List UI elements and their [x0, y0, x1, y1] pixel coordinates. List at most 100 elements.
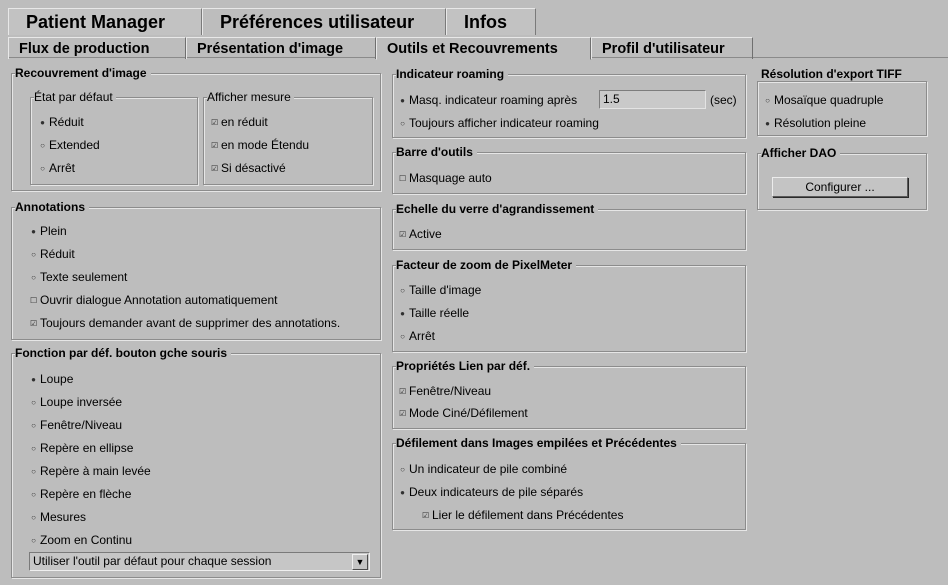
tiff-title: Résolution d'export TIFF [761, 67, 904, 81]
pixelmeter-title: Facteur de zoom de PixelMeter [396, 258, 577, 272]
check-annot-dialogue[interactable]: ☐ Ouvrir dialogue Annotation automatiquem… [30, 293, 278, 307]
check-label: Lier le défilement dans Précédentes [432, 508, 624, 522]
subtab-label: Présentation d'image [197, 41, 344, 57]
radio-zoom-continu[interactable]: ○ Zoom en Continu [30, 533, 132, 547]
radio-label: Fenêtre/Niveau [40, 418, 123, 432]
radio-label: Plein [40, 224, 67, 238]
tab-infos[interactable]: Infos [446, 8, 536, 35]
subtab-outils-recouvrements[interactable]: Outils et Recouvrements [376, 37, 591, 60]
check-label: Masquage auto [409, 171, 492, 185]
radio-label: Texte seulement [40, 270, 128, 284]
radio-roaming-always[interactable]: ○ Toujours afficher indicateur roaming [399, 116, 599, 130]
recouvrement-title: Recouvrement d'image [15, 66, 151, 80]
tab-label: Préférences utilisateur [220, 12, 415, 32]
radio-mosaique[interactable]: ○ Mosaïque quadruple [764, 93, 883, 107]
check-magnifier-active[interactable]: ☑ Active [399, 227, 442, 241]
radio-label: Arrêt [49, 161, 76, 175]
radio-mesures[interactable]: ○ Mesures [30, 510, 86, 524]
checkbox-icon: ☑ [399, 387, 407, 396]
radio-fenetre-niveau[interactable]: ○ Fenêtre/Niveau [30, 418, 122, 432]
radio-icon: ○ [400, 119, 405, 128]
radio-icon: ● [400, 96, 405, 105]
radio-repere-ellipse[interactable]: ○ Repère en ellipse [30, 441, 133, 455]
mouse-title: Fonction par déf. bouton gche souris [15, 346, 231, 360]
radio-icon: ○ [400, 332, 405, 341]
roaming-delay-input[interactable]: 1.5 [599, 90, 706, 109]
radio-loupe[interactable]: ● Loupe [30, 372, 73, 386]
tab-patient-manager[interactable]: Patient Manager [8, 8, 202, 35]
radio-pixelmeter-arret[interactable]: ○ Arrêt [399, 329, 435, 343]
configure-dao-button[interactable]: Configurer ... [772, 177, 908, 197]
radio-icon: ● [765, 119, 770, 128]
check-link-fenetre[interactable]: ☑ Fenêtre/Niveau [399, 384, 491, 398]
subtab-label: Profil d'utilisateur [602, 41, 725, 57]
radio-pile-separes[interactable]: ● Deux indicateurs de pile séparés [399, 485, 583, 499]
radio-icon: ○ [400, 465, 405, 474]
check-annot-supprimer[interactable]: ☑ Toujours demander avant de supprimer de… [30, 316, 340, 330]
radio-loupe-inversee[interactable]: ○ Loupe inversée [30, 395, 122, 409]
check-link-cine[interactable]: ☑ Mode Ciné/Défilement [399, 406, 528, 420]
radio-label: Extended [49, 138, 100, 152]
check-masquage-auto[interactable]: ☐ Masquage auto [399, 171, 492, 185]
radio-icon: ○ [31, 536, 36, 545]
radio-taille-reelle[interactable]: ● Taille réelle [399, 306, 469, 320]
radio-icon: ○ [31, 398, 36, 407]
radio-icon: ● [400, 309, 405, 318]
radio-annot-reduit[interactable]: ○ Réduit [30, 247, 75, 261]
radio-label: Repère en flèche [40, 487, 132, 501]
check-mesure-etendu[interactable]: ☑ en mode Étendu [211, 138, 309, 152]
radio-icon: ○ [40, 141, 45, 150]
subtab-label: Flux de production [19, 41, 150, 57]
radio-resolution-pleine[interactable]: ● Résolution pleine [764, 116, 866, 130]
radio-icon: ○ [765, 96, 770, 105]
radio-label: Repère en ellipse [40, 441, 134, 455]
checkbox-icon: ☑ [211, 141, 219, 150]
check-lier-defilement[interactable]: ☑ Lier le défilement dans Précédentes [422, 508, 623, 522]
check-label: Toujours demander avant de supprimer des… [40, 316, 341, 330]
tab-preferences-utilisateur[interactable]: Préférences utilisateur [202, 8, 446, 35]
checkbox-icon: ☑ [399, 409, 407, 418]
subtab-flux-de-production[interactable]: Flux de production [8, 37, 186, 59]
radio-pile-combine[interactable]: ○ Un indicateur de pile combiné [399, 462, 567, 476]
checkbox-icon: ☑ [211, 118, 219, 127]
radio-annot-plein[interactable]: ● Plein [30, 224, 67, 238]
radio-annot-texte[interactable]: ○ Texte seulement [30, 270, 127, 284]
dao-title: Afficher DAO [761, 146, 841, 160]
link-props-title: Propriétés Lien par déf. [396, 359, 535, 373]
chevron-down-icon[interactable]: ▼ [352, 554, 368, 570]
radio-etat-reduit[interactable]: ● Réduit [39, 115, 84, 129]
radio-label: Deux indicateurs de pile séparés [409, 485, 584, 499]
subtab-presentation-image[interactable]: Présentation d'image [186, 37, 376, 59]
radio-roaming-hide[interactable]: ● Masq. indicateur roaming après [399, 93, 577, 107]
radio-icon: ○ [31, 250, 36, 259]
checkbox-icon: ☑ [211, 164, 219, 173]
check-mesure-reduit[interactable]: ☑ en réduit [211, 115, 268, 129]
subtab-profil-utilisateur[interactable]: Profil d'utilisateur [591, 37, 753, 59]
radio-icon: ● [40, 118, 45, 127]
radio-icon: ● [31, 375, 36, 384]
subtab-label: Outils et Recouvrements [387, 41, 558, 57]
radio-icon: ● [400, 488, 405, 497]
check-mesure-desactive[interactable]: ☑ Si désactivé [211, 161, 286, 175]
radio-label: Mosaïque quadruple [774, 93, 884, 107]
radio-label: Taille d'image [409, 283, 482, 297]
radio-icon: ○ [31, 467, 36, 476]
radio-repere-fleche[interactable]: ○ Repère en flèche [30, 487, 131, 501]
checkbox-icon: ☐ [399, 174, 407, 183]
radio-taille-image[interactable]: ○ Taille d'image [399, 283, 481, 297]
annotations-title: Annotations [15, 200, 89, 214]
radio-icon: ○ [31, 513, 36, 522]
tab-label: Patient Manager [26, 12, 166, 32]
roaming-unit: (sec) [710, 93, 737, 107]
check-label: Fenêtre/Niveau [409, 384, 492, 398]
radio-icon: ○ [31, 444, 36, 453]
radio-repere-main-levee[interactable]: ○ Repère à main levée [30, 464, 151, 478]
radio-icon: ○ [31, 421, 36, 430]
magnifier-title: Echelle du verre d'agrandissement [396, 202, 599, 216]
radio-etat-extended[interactable]: ○ Extended [39, 138, 100, 152]
check-label: Mode Ciné/Défilement [409, 406, 528, 420]
radio-etat-arret[interactable]: ○ Arrêt [39, 161, 75, 175]
check-label: en réduit [221, 115, 268, 129]
default-tool-select[interactable]: Utiliser l'outil par défaut pour chaque … [29, 552, 370, 571]
radio-label: Mesures [40, 510, 87, 524]
